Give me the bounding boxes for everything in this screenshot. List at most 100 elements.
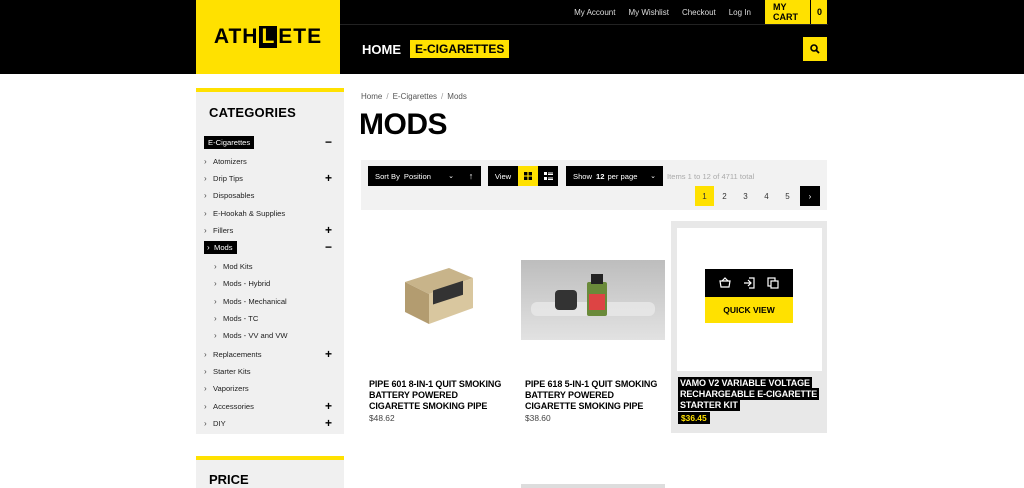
chevron-right-icon: ›	[204, 349, 207, 359]
category-vaporizers[interactable]: › Vaporizers	[204, 381, 332, 395]
logo-text-pre: ATH	[213, 25, 259, 48]
collapse-icon[interactable]: −	[325, 136, 332, 148]
category-label: DIY	[213, 418, 226, 428]
page-title: MODS	[359, 108, 448, 141]
page-1[interactable]: 1	[695, 186, 714, 206]
chevron-right-icon: ›	[207, 242, 210, 252]
product-image[interactable]	[521, 260, 665, 340]
category-starter-kits[interactable]: › Starter Kits	[204, 364, 332, 378]
chevron-right-icon: ›	[204, 173, 207, 183]
logo-text-post: ETE	[278, 25, 323, 48]
category-mods-hybrid[interactable]: › Mods - Hybrid	[214, 276, 332, 290]
per-page-select[interactable]: Show 12 per page ⌄	[566, 166, 663, 186]
chevron-right-icon: ›	[204, 383, 207, 393]
expand-icon[interactable]: +	[325, 400, 332, 412]
product-image[interactable]	[367, 260, 509, 340]
category-label: Mods - Hybrid	[223, 278, 271, 288]
category-e-cigarettes[interactable]: E-Cigarettes −	[204, 135, 332, 149]
next-page-button[interactable]: ›	[800, 186, 820, 206]
category-mod-kits[interactable]: › Mod Kits	[214, 259, 332, 273]
categories-sidebar: CATEGORIES E-Cigarettes − › Atomizers › …	[196, 88, 344, 434]
compare-icon[interactable]	[767, 277, 779, 289]
category-label: Starter Kits	[213, 366, 251, 376]
collapse-icon[interactable]: −	[325, 241, 332, 253]
logo-text-box: L	[259, 25, 278, 48]
category-fillers[interactable]: › Fillers +	[204, 223, 332, 237]
chevron-right-icon: ›	[204, 156, 207, 166]
category-label: Vaporizers	[213, 383, 249, 393]
nav-e-cigarettes[interactable]: E-CIGARETTES	[410, 40, 510, 58]
page-4[interactable]: 4	[756, 186, 777, 206]
product-price: $36.45	[678, 412, 710, 424]
cart-count[interactable]: 0	[809, 0, 827, 24]
product-image-next-row[interactable]	[521, 484, 665, 488]
cart-icon[interactable]	[719, 277, 731, 289]
category-label: Mods - VV and VW	[223, 330, 288, 340]
category-replacements[interactable]: › Replacements +	[204, 347, 332, 361]
category-e-hookah[interactable]: › E-Hookah & Supplies	[204, 206, 332, 220]
category-mods[interactable]: › Mods −	[204, 240, 332, 254]
sort-select[interactable]: Sort By Position ⌄	[368, 166, 461, 186]
quick-view-button[interactable]: QUICK VIEW	[705, 297, 793, 323]
page-3[interactable]: 3	[735, 186, 756, 206]
category-mods-tc[interactable]: › Mods - TC	[214, 311, 332, 325]
nav-home[interactable]: HOME	[362, 42, 401, 57]
checkout-link[interactable]: Checkout	[682, 8, 716, 17]
expand-icon[interactable]: +	[325, 348, 332, 360]
chevron-right-icon: ›	[204, 366, 207, 376]
chevron-right-icon: ›	[204, 225, 207, 235]
login-icon[interactable]	[743, 277, 755, 289]
product-actions	[705, 269, 793, 297]
price-filter: PRICE	[196, 456, 344, 488]
show-label: Show	[573, 171, 592, 181]
breadcrumb: Home / E-Cigarettes / Mods	[361, 92, 467, 101]
chevron-right-icon: ›	[214, 278, 217, 288]
sort-direction-button[interactable]: ↑	[461, 166, 481, 186]
breadcrumb-current: Mods	[447, 92, 467, 101]
product-name[interactable]: PIPE 601 8-IN-1 QUIT SMOKING BATTERY POW…	[369, 379, 511, 412]
view-label: View	[488, 166, 518, 186]
product-name[interactable]: PIPE 618 5-IN-1 QUIT SMOKING BATTERY POW…	[525, 379, 667, 412]
breadcrumb-separator: /	[386, 92, 389, 101]
cart-button[interactable]: MY CART	[764, 0, 810, 24]
list-view-button[interactable]	[538, 166, 558, 186]
expand-icon[interactable]: +	[325, 224, 332, 236]
login-link[interactable]: Log In	[729, 8, 751, 17]
breadcrumb-e-cigarettes[interactable]: E-Cigarettes	[393, 92, 437, 101]
sort-label: Sort By	[375, 171, 400, 181]
per-page-value: 12	[596, 171, 605, 181]
grid-view-button[interactable]	[518, 166, 538, 186]
product-name[interactable]: VAMO V2 VARIABLE VOLTAGE RECHARGEABLE E-…	[678, 377, 820, 411]
category-mods-mechanical[interactable]: › Mods - Mechanical	[214, 294, 332, 308]
per-page-suffix: per page	[607, 171, 638, 181]
expand-icon[interactable]: +	[325, 417, 332, 429]
category-label: Atomizers	[213, 156, 247, 166]
category-label: Disposables	[213, 190, 255, 200]
search-button[interactable]	[803, 37, 827, 61]
category-accessories[interactable]: › Accessories +	[204, 399, 332, 413]
category-disposables[interactable]: › Disposables	[204, 188, 332, 202]
category-atomizers[interactable]: › Atomizers	[204, 154, 332, 168]
category-label: Replacements	[213, 349, 262, 359]
chevron-right-icon: ›	[204, 401, 207, 411]
product-price: $38.60	[525, 413, 551, 423]
top-links: My Account My Wishlist Checkout Log In M…	[561, 0, 827, 24]
search-icon	[810, 44, 820, 54]
page-2[interactable]: 2	[714, 186, 735, 206]
logo[interactable]: ATH L ETE	[196, 0, 340, 74]
category-diy[interactable]: › DIY +	[204, 416, 332, 430]
chevron-down-icon: ⌄	[448, 173, 454, 180]
page-5[interactable]: 5	[777, 186, 798, 206]
breadcrumb-home[interactable]: Home	[361, 92, 382, 101]
product-price: $48.62	[369, 413, 395, 423]
chevron-right-icon: ›	[214, 330, 217, 340]
header	[0, 0, 1024, 74]
header-divider	[340, 24, 828, 25]
category-label: Fillers	[213, 225, 234, 235]
my-account-link[interactable]: My Account	[574, 8, 615, 17]
my-wishlist-link[interactable]: My Wishlist	[628, 8, 668, 17]
category-drip-tips[interactable]: › Drip Tips +	[204, 171, 332, 185]
category-mods-vv-vw[interactable]: › Mods - VV and VW	[214, 328, 332, 342]
category-label: Accessories	[213, 401, 254, 411]
expand-icon[interactable]: +	[325, 172, 332, 184]
